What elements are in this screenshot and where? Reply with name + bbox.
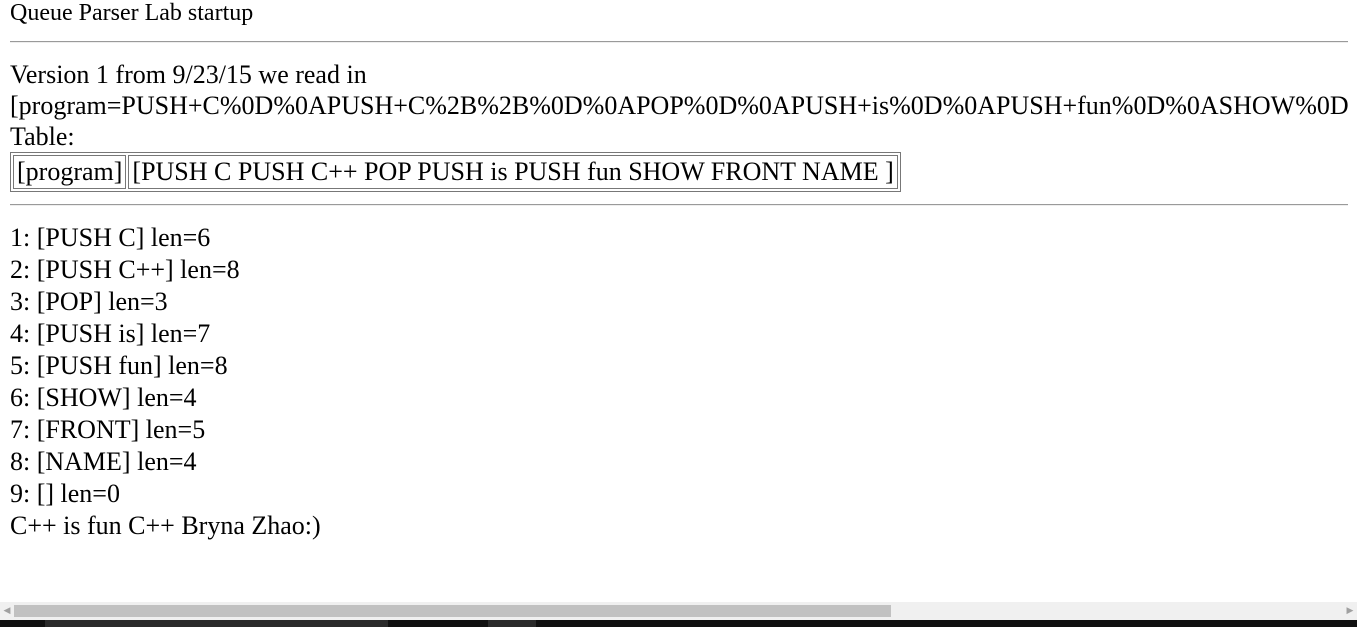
table-label: Table:: [10, 122, 75, 151]
list-item: 4: [PUSH is] len=7: [10, 319, 211, 348]
list-item: 6: [SHOW] len=4: [10, 383, 197, 412]
table-key-cell: [program]: [13, 155, 127, 189]
table-row: [program] [PUSH C PUSH C++ POP PUSH is P…: [13, 155, 898, 189]
taskbar-button[interactable]: [45, 620, 388, 627]
scrollbar-thumb[interactable]: [14, 605, 891, 617]
scroll-left-arrow-icon[interactable]: ◀: [0, 602, 14, 620]
list-item: 2: [PUSH C++] len=8: [10, 255, 240, 284]
list-item: 9: [] len=0: [10, 479, 120, 508]
list-item: 1: [PUSH C] len=6: [10, 223, 211, 252]
list-item: 3: [POP] len=3: [10, 287, 168, 316]
page-content: Queue Parser Lab startup Version 1 from …: [10, 0, 1348, 602]
parsed-table: [program] [PUSH C PUSH C++ POP PUSH is P…: [10, 152, 901, 192]
raw-input-line: [program=PUSH+C%0D%0APUSH+C%2B%2B%0D%0AP…: [10, 91, 1348, 120]
horizontal-scrollbar[interactable]: ◀ ▶: [0, 602, 1357, 620]
page-title: Queue Parser Lab startup: [10, 0, 254, 26]
taskbar: [0, 620, 1357, 627]
read-in-block: Version 1 from 9/23/15 we read in [progr…: [10, 59, 1348, 152]
divider-top: [10, 41, 1348, 43]
parsed-lines-list: 1: [PUSH C] len=6 2: [PUSH C++] len=8 3:…: [10, 222, 1348, 542]
divider-bottom: [10, 204, 1348, 206]
taskbar-button[interactable]: [488, 620, 536, 627]
table-value-cell: [PUSH C PUSH C++ POP PUSH is PUSH fun SH…: [128, 155, 898, 189]
scroll-right-arrow-icon[interactable]: ▶: [1343, 602, 1357, 620]
list-item: 8: [NAME] len=4: [10, 447, 197, 476]
list-item: 7: [FRONT] len=5: [10, 415, 206, 444]
program-output: C++ is fun C++ Bryna Zhao:): [10, 511, 321, 540]
version-line: Version 1 from 9/23/15 we read in: [10, 60, 367, 89]
list-item: 5: [PUSH fun] len=8: [10, 351, 228, 380]
